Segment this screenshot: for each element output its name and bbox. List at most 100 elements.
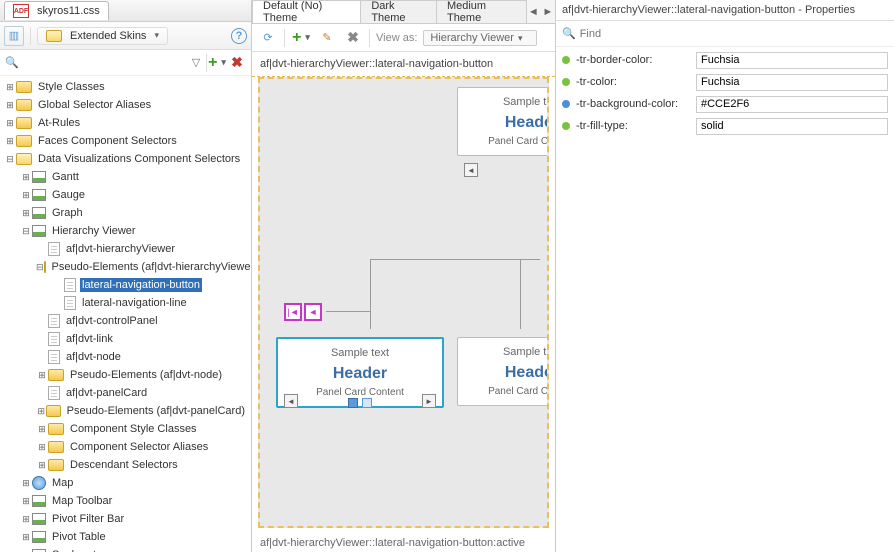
node-header: Header bbox=[286, 365, 434, 383]
globe-icon bbox=[32, 476, 46, 490]
lateral-nav-prev-button[interactable]: ◄ bbox=[304, 303, 322, 321]
expand-icon[interactable]: ⊞ bbox=[36, 406, 46, 417]
document-icon bbox=[48, 332, 60, 346]
tree-item[interactable]: af|dvt-controlPanel bbox=[0, 312, 251, 330]
filter-icon[interactable]: ▽ bbox=[186, 53, 206, 73]
tree-item-label: Component Selector Aliases bbox=[68, 440, 210, 454]
edit-button[interactable]: ✎ bbox=[317, 28, 337, 48]
tree-item[interactable]: ⊟Data Visualizations Component Selectors bbox=[0, 150, 251, 168]
add-button[interactable]: + bbox=[207, 53, 227, 73]
collapse-icon[interactable]: ⊟ bbox=[36, 262, 44, 273]
folder-icon bbox=[16, 81, 32, 93]
tree-item[interactable]: ⊞Map Toolbar bbox=[0, 492, 251, 510]
tree-item[interactable]: af|dvt-panelCard bbox=[0, 384, 251, 402]
expand-icon[interactable]: ⊞ bbox=[20, 514, 32, 525]
tabs-scroll-right[interactable]: ► bbox=[541, 0, 556, 23]
expand-icon[interactable]: ⊞ bbox=[20, 172, 32, 183]
tree-search-input[interactable] bbox=[20, 55, 186, 71]
refresh-icon[interactable]: ⟳ bbox=[258, 28, 278, 48]
tabs-scroll-left[interactable]: ◄ bbox=[526, 0, 541, 23]
property-row: -tr-background-color: bbox=[556, 93, 894, 115]
expand-icon[interactable]: ⊞ bbox=[20, 190, 32, 201]
expand-icon[interactable]: ⊞ bbox=[20, 208, 32, 219]
expand-icon[interactable]: ⊞ bbox=[20, 496, 32, 507]
separator bbox=[30, 27, 31, 45]
collapse-icon[interactable]: ⊟ bbox=[4, 154, 16, 165]
separator bbox=[369, 29, 370, 47]
collapse-icon[interactable]: ⊟ bbox=[20, 226, 32, 237]
theme-tab-default[interactable]: Default (No) Theme bbox=[252, 0, 361, 23]
expand-icon[interactable]: ⊞ bbox=[36, 424, 48, 435]
node-next-icon[interactable]: ► bbox=[422, 394, 436, 408]
tree-item[interactable]: ⊞Pseudo-Elements (af|dvt-node) bbox=[0, 366, 251, 384]
tree-item[interactable]: af|dvt-node bbox=[0, 348, 251, 366]
tree-item[interactable]: af|dvt-link bbox=[0, 330, 251, 348]
hierarchy-node[interactable]: Sample text Header Panel Card Content bbox=[457, 337, 549, 406]
delete-button[interactable]: ✖ bbox=[227, 53, 247, 73]
property-value-input[interactable] bbox=[696, 118, 888, 135]
tree-item[interactable]: ⊞Pivot Table bbox=[0, 528, 251, 546]
view-list-icon[interactable]: ▥ bbox=[4, 26, 24, 46]
node-prev-icon[interactable]: ◄ bbox=[464, 163, 478, 177]
preview-canvas[interactable]: Sample text Header Panel Card Content ◄ … bbox=[258, 77, 549, 528]
property-label: -tr-border-color: bbox=[576, 54, 696, 66]
tree-item[interactable]: ⊞Pivot Filter Bar bbox=[0, 510, 251, 528]
tree-item[interactable]: ⊞Graph bbox=[0, 204, 251, 222]
file-tab[interactable]: ADF skyros11.css bbox=[4, 1, 109, 20]
tree-item[interactable]: af|dvt-hierarchyViewer bbox=[0, 240, 251, 258]
tree-item[interactable]: ⊞Faces Component Selectors bbox=[0, 132, 251, 150]
help-icon[interactable]: ? bbox=[231, 28, 247, 44]
remove-button[interactable]: ✖ bbox=[343, 28, 363, 48]
properties-search-row: 🔍 bbox=[556, 21, 894, 47]
expand-icon[interactable]: ⊞ bbox=[4, 136, 16, 147]
selector-breadcrumb: af|dvt-hierarchyViewer::lateral-navigati… bbox=[252, 52, 555, 77]
tree-item[interactable]: ⊞Gantt bbox=[0, 168, 251, 186]
tree-item[interactable]: ⊞At-Rules bbox=[0, 114, 251, 132]
folder-icon bbox=[16, 117, 32, 129]
tree-item-label: Gauge bbox=[50, 188, 87, 202]
separator bbox=[284, 29, 285, 47]
expand-icon[interactable]: ⊞ bbox=[36, 460, 48, 471]
tree-item[interactable]: ⊞Map bbox=[0, 474, 251, 492]
tree-item[interactable]: ⊞ Component Selector Aliases bbox=[0, 438, 251, 456]
hierarchy-node-selected[interactable]: Sample text Header Panel Card Content ◄ … bbox=[276, 337, 444, 408]
theme-tab-medium[interactable]: Medium Theme bbox=[436, 0, 527, 23]
properties-find-input[interactable] bbox=[580, 28, 888, 40]
skin-breadcrumb[interactable]: Extended Skins bbox=[37, 27, 168, 45]
hierarchy-node[interactable]: Sample text Header Panel Card Content ◄ bbox=[457, 87, 549, 156]
component-icon bbox=[32, 171, 46, 183]
tree-item-label: Hierarchy Viewer bbox=[50, 224, 138, 238]
tree-item[interactable]: ⊞Sunburst bbox=[0, 546, 251, 552]
lateral-nav-first-button[interactable]: |◄ bbox=[284, 303, 302, 321]
node-indicator-icon bbox=[362, 398, 372, 408]
tree-item[interactable]: ⊟Pseudo-Elements (af|dvt-hierarchyViewer… bbox=[0, 258, 251, 276]
document-icon bbox=[48, 242, 60, 256]
tree-item[interactable]: ⊞ Gauge bbox=[0, 186, 251, 204]
property-status-icon bbox=[562, 122, 570, 130]
theme-tab-dark[interactable]: Dark Theme bbox=[360, 0, 437, 23]
property-value-input[interactable] bbox=[696, 74, 888, 91]
expand-icon[interactable]: ⊞ bbox=[36, 370, 48, 381]
tree-item[interactable]: lateral-navigation-line bbox=[0, 294, 251, 312]
tree-item[interactable]: ⊞Style Classes bbox=[0, 78, 251, 96]
tree-item[interactable]: ⊞Global Selector Aliases bbox=[0, 96, 251, 114]
expand-icon[interactable]: ⊞ bbox=[36, 442, 48, 453]
tab-label: Dark Theme bbox=[371, 0, 426, 24]
expand-icon[interactable]: ⊞ bbox=[4, 82, 16, 93]
tree-item[interactable]: ⊞Component Style Classes bbox=[0, 420, 251, 438]
add-property-button[interactable]: + bbox=[291, 28, 311, 48]
node-prev-icon[interactable]: ◄ bbox=[284, 394, 298, 408]
expand-icon[interactable]: ⊞ bbox=[20, 532, 32, 543]
tree-item[interactable]: ⊞Descendant Selectors bbox=[0, 456, 251, 474]
viewas-select[interactable]: Hierarchy Viewer bbox=[423, 30, 537, 46]
expand-icon[interactable]: ⊞ bbox=[4, 118, 16, 129]
selector-tree[interactable]: ⊞Style Classes⊞Global Selector Aliases⊞A… bbox=[0, 76, 251, 552]
property-value-input[interactable] bbox=[696, 96, 888, 113]
expand-icon[interactable]: ⊞ bbox=[20, 478, 32, 489]
expand-icon[interactable]: ⊞ bbox=[4, 100, 16, 111]
tree-item[interactable]: ⊞Pseudo-Elements (af|dvt-panelCard) bbox=[0, 402, 251, 420]
node-indicator-icon bbox=[348, 398, 358, 408]
tree-item[interactable]: ⊟ Hierarchy Viewer bbox=[0, 222, 251, 240]
property-value-input[interactable] bbox=[696, 52, 888, 69]
tree-item[interactable]: lateral-navigation-button bbox=[0, 276, 251, 294]
